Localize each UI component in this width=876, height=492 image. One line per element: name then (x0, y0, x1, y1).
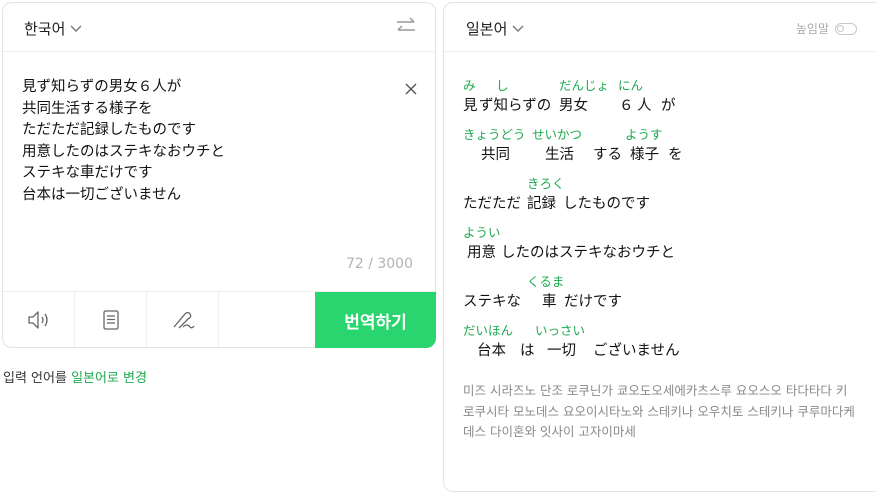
translation-base-text: が (661, 98, 676, 114)
translation-base-text: 一切 (547, 343, 576, 359)
translation-base-text: 見 (463, 98, 478, 114)
furigana: だいほん (463, 323, 514, 338)
input-language-note-text: 입력 언어를 (3, 371, 72, 386)
translation-base-text: は (520, 343, 535, 359)
translation-base-text: 共同 (481, 147, 510, 163)
dictionary-button[interactable] (75, 292, 147, 347)
change-input-language-link[interactable]: 일본어로 변경 (71, 371, 147, 386)
honorific-toggle[interactable]: 높임말 (796, 20, 857, 37)
furigana: み (463, 78, 476, 93)
source-language-select[interactable]: 한국어 (24, 18, 82, 39)
listen-button[interactable] (3, 292, 75, 347)
handwriting-button[interactable] (147, 292, 219, 347)
furigana: きょうどう (463, 127, 526, 142)
translation-base-text: したのはステキなおウチと (501, 245, 675, 261)
translation-base-text: ただただ (463, 196, 521, 212)
toggle-knob (837, 24, 844, 32)
furigana: きろく (527, 176, 565, 191)
close-icon (405, 83, 417, 95)
translation-base-text: ございません (593, 343, 680, 359)
source-header: 한국어 (3, 3, 435, 52)
furigana: し (496, 78, 509, 93)
target-panel: 일본어 높임말 み見 しず知らずの だんじょ男女 ６ にん人がきょうどう共同 せいかつ生活… (443, 2, 876, 492)
translation-base-text: 様子 (630, 147, 659, 163)
translation-base-text: ず知らずの (479, 98, 552, 114)
translation-base-text: 用意 (467, 245, 496, 261)
target-language-label: 일본어 (466, 20, 508, 38)
source-line: 見ず知らずの男女６人が (22, 79, 182, 95)
translation-base-text: ステキな (463, 294, 521, 310)
character-counter: 72 / 3000 (345, 256, 413, 272)
handwriting-icon (173, 311, 195, 328)
speaker-icon (27, 310, 48, 329)
source-line: 共同生活する様子を (22, 100, 153, 117)
chevron-down-icon (512, 25, 524, 32)
translation-base-text: ６ (619, 98, 634, 114)
translation-base-text: を (668, 147, 683, 163)
furigana: にん (618, 78, 644, 93)
target-language-select[interactable]: 일본어 (466, 18, 524, 39)
furigana: いっさい (535, 323, 586, 338)
translation-base-text: する (593, 147, 622, 163)
honorific-label: 높임말 (795, 22, 829, 36)
translation-base-text: したものです (563, 196, 650, 212)
translation-base-text: 生活 (545, 147, 574, 163)
source-line: ステキな車だけです (22, 165, 153, 181)
swap-languages-button[interactable] (395, 15, 417, 41)
source-toolbar: 번역하기 (3, 291, 436, 348)
source-line: 用意したのはステキなおウチと (22, 143, 225, 160)
source-line: 台本は一切ございません (22, 186, 182, 203)
furigana: ようい (463, 225, 501, 240)
furigana: せいかつ (532, 127, 583, 142)
source-language-label: 한국어 (24, 20, 66, 38)
swap-icon (397, 17, 415, 31)
input-language-note: 입력 언어를 일본어로 변경 (3, 367, 147, 386)
source-line: ただただ記録したものです (22, 122, 196, 138)
source-textarea[interactable]: 見ず知らずの男女６人が 共同生活する様子を ただただ記録したものです 用意したの… (22, 77, 382, 206)
translation-base-text: 車 (542, 294, 557, 310)
furigana: ようす (625, 127, 663, 142)
book-icon (102, 309, 119, 330)
source-panel: 한국어 見ず知らずの男女６人が 共同生活する様子を ただただ記録したものです 用… (2, 2, 436, 348)
toggle-switch[interactable] (835, 22, 857, 35)
furigana: だんじょ (559, 78, 610, 93)
pronunciation-text: 미즈 시라즈노 단조 로쿠닌가 쿄오도오세에카츠스루 요오스오 타다타다 키로쿠… (463, 383, 855, 439)
clear-text-button[interactable] (405, 80, 417, 99)
translate-button[interactable]: 번역하기 (315, 292, 436, 348)
furigana: くるま (527, 274, 565, 289)
chevron-down-icon (70, 25, 82, 32)
translation-base-text: 人 (637, 98, 652, 114)
translation-base-text: だけです (564, 294, 622, 310)
target-header: 일본어 높임말 (444, 3, 876, 52)
translation-base-text: 台本 (477, 343, 506, 359)
translation-base-text: 記録 (527, 196, 556, 212)
translation-base-text: 男女 (559, 98, 588, 114)
